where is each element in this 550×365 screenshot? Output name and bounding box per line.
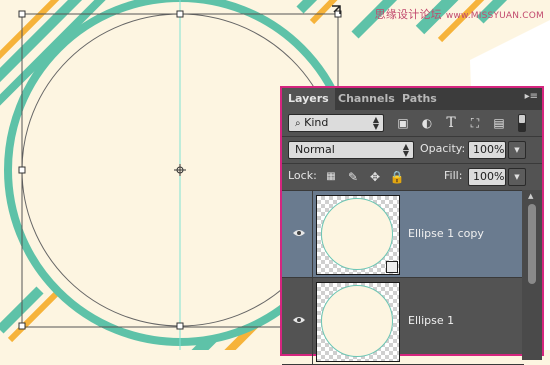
search-icon: ⌕	[295, 118, 301, 129]
panel-menu-icon[interactable]: ▸≡	[525, 91, 538, 102]
blend-mode-value: Normal	[295, 143, 335, 156]
layer-row-ellipse-1[interactable]: Ellipse 1	[282, 278, 524, 365]
scroll-thumb[interactable]	[528, 204, 536, 284]
watermark: 思缘设计论坛 www.MISSYUAN.COM	[375, 6, 544, 22]
kind-label: Kind	[304, 116, 329, 129]
transform-handle	[176, 10, 184, 18]
watermark-site: www.MISSYUAN.COM	[445, 11, 544, 21]
lock-label: Lock:	[288, 169, 317, 182]
vector-mask-icon	[386, 261, 398, 273]
panel-tabs: Layers Channels Paths ▸≡	[282, 88, 542, 110]
lock-all-icon[interactable]: 🔒	[388, 168, 406, 186]
tab-layers[interactable]: Layers	[282, 88, 335, 110]
smart-object-filter-icon[interactable]: ▤	[490, 114, 508, 132]
opacity-input[interactable]: 100%	[468, 141, 506, 159]
fill-dropdown-button[interactable]: ▼	[508, 168, 526, 186]
layer-thumbnail	[316, 195, 400, 275]
chevron-updown-icon: ▲ ▼	[372, 115, 379, 131]
kind-filter-select[interactable]: ⌕ Kind ▲ ▼	[288, 114, 384, 132]
chevron-updown-icon: ▲ ▼	[402, 142, 409, 158]
type-filter-icon[interactable]: T	[442, 114, 460, 132]
transform-handle	[18, 166, 26, 174]
layer-thumbnail	[316, 282, 400, 362]
layers-panel: Layers Channels Paths ▸≡ ⌕ Kind ▲ ▼ ▣ ◐ T…	[280, 86, 544, 365]
lock-paint-icon[interactable]: ✎	[344, 168, 362, 186]
transform-handle	[18, 322, 26, 330]
blend-row: Normal ▲ ▼ Opacity: 100% ▼	[282, 137, 542, 163]
layer-name[interactable]: Ellipse 1 copy	[408, 227, 484, 240]
image-filter-icon[interactable]: ▣	[394, 114, 412, 132]
transform-handle	[18, 10, 26, 18]
blend-mode-select[interactable]: Normal ▲ ▼	[288, 141, 414, 159]
transform-handle	[176, 322, 184, 330]
tab-channels[interactable]: Channels	[332, 88, 401, 110]
lock-row: Lock: ▦ ✎ ✥ 🔒 Fill: 100% ▼	[282, 164, 542, 190]
lock-position-icon[interactable]: ✥	[366, 168, 384, 186]
shape-filter-icon[interactable]: ⛶	[466, 114, 484, 132]
fill-label: Fill:	[444, 169, 463, 182]
tab-paths[interactable]: Paths	[396, 88, 443, 110]
opacity-label: Opacity:	[420, 142, 466, 155]
filter-toggle[interactable]	[518, 114, 526, 132]
eye-icon[interactable]	[292, 228, 306, 238]
lock-transparent-icon[interactable]: ▦	[322, 168, 340, 186]
filter-row: ⌕ Kind ▲ ▼ ▣ ◐ T ⛶ ▤	[282, 110, 542, 136]
layer-name[interactable]: Ellipse 1	[408, 314, 454, 327]
watermark-text: 思缘设计论坛	[374, 8, 442, 21]
eye-icon[interactable]	[292, 315, 306, 325]
layer-row-ellipse-1-copy[interactable]: Ellipse 1 copy	[282, 191, 524, 278]
fill-input[interactable]: 100%	[468, 168, 506, 186]
opacity-dropdown-button[interactable]: ▼	[508, 141, 526, 159]
layers-scrollbar[interactable]: ▲	[522, 190, 542, 360]
scroll-up-icon[interactable]: ▲	[528, 192, 533, 200]
adjustment-filter-icon[interactable]: ◐	[418, 114, 436, 132]
